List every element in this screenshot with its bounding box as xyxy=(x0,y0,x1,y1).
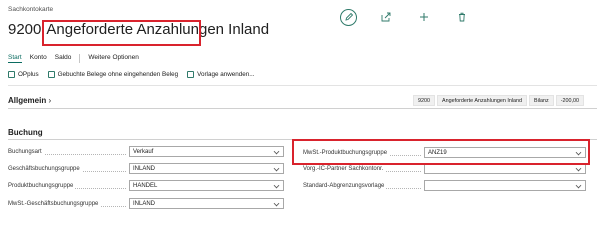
summary-number: 9200 xyxy=(413,95,435,106)
summary-name: Angeforderte Anzahlungen Inland xyxy=(437,95,528,106)
chevron-right-icon: › xyxy=(46,96,52,105)
select-buchungsart[interactable]: Verkauf xyxy=(129,146,284,157)
section-title-buchung: Buchung xyxy=(8,128,43,137)
document-icon xyxy=(47,71,55,78)
account-number: 9200 xyxy=(8,21,42,38)
action-tabs: Start Konto Saldo Weitere Optionen xyxy=(8,54,147,63)
chevron-down-icon xyxy=(273,182,280,189)
command-bar: OPplus Gebuchte Belege ohne eingehenden … xyxy=(8,71,264,78)
fasttab-general[interactable]: Allgemein › xyxy=(8,96,51,105)
summary-type: Bilanz xyxy=(529,95,554,106)
edit-icon[interactable] xyxy=(340,8,357,26)
template-icon xyxy=(187,71,195,78)
summary-balance: -200,00 xyxy=(555,95,585,106)
general-summary: 9200 Angeforderte Anzahlungen Inland Bil… xyxy=(411,95,585,106)
tab-saldo[interactable]: Saldo xyxy=(55,54,72,63)
share-icon[interactable] xyxy=(377,8,395,26)
header-actions xyxy=(340,8,491,26)
select-mwst-geschaeftsbuchungsgruppe[interactable]: INLAND xyxy=(129,198,284,209)
tab-more-options[interactable]: Weitere Optionen xyxy=(88,54,138,63)
field-label-standard-abgrenzungsvorlage: Standard-Abgrenzungsvorlage xyxy=(303,180,421,191)
field-label-geschaeftsbuchungsgruppe: Geschäftsbuchungsgruppe xyxy=(8,163,126,174)
delete-icon[interactable] xyxy=(453,8,471,26)
chevron-down-icon xyxy=(273,148,280,155)
opplus-icon xyxy=(8,71,15,78)
tab-start[interactable]: Start xyxy=(8,54,22,63)
field-label-produktbuchungsgruppe: Produktbuchungsgruppe xyxy=(8,180,126,191)
page-kicker: Sachkontokarte xyxy=(8,6,54,13)
chevron-down-icon xyxy=(273,200,280,207)
chevron-down-icon xyxy=(575,165,582,172)
select-geschaeftsbuchungsgruppe[interactable]: INLAND xyxy=(129,163,284,174)
highlight-frame-title xyxy=(42,20,201,46)
chevron-down-icon xyxy=(273,165,280,172)
select-standard-abgrenzungsvorlage[interactable] xyxy=(424,180,586,191)
field-label-mwst-geschaeftsbuchungsgruppe: MwSt.-Geschäftsbuchungsgruppe xyxy=(8,198,126,209)
select-produktbuchungsgruppe[interactable]: HANDEL xyxy=(129,180,284,191)
opplus-button[interactable]: OPplus xyxy=(8,71,39,78)
posted-docs-button[interactable]: Gebuchte Belege ohne eingehenden Beleg xyxy=(47,71,178,78)
tab-divider xyxy=(79,54,81,63)
tab-konto[interactable]: Konto xyxy=(30,54,47,63)
field-label-buchungsart: Buchungsart xyxy=(8,146,126,157)
command-divider xyxy=(8,85,597,86)
general-divider xyxy=(8,108,597,109)
chevron-down-icon xyxy=(575,182,582,189)
apply-template-button[interactable]: Vorlage anwenden... xyxy=(187,71,255,78)
add-icon[interactable] xyxy=(415,8,433,26)
